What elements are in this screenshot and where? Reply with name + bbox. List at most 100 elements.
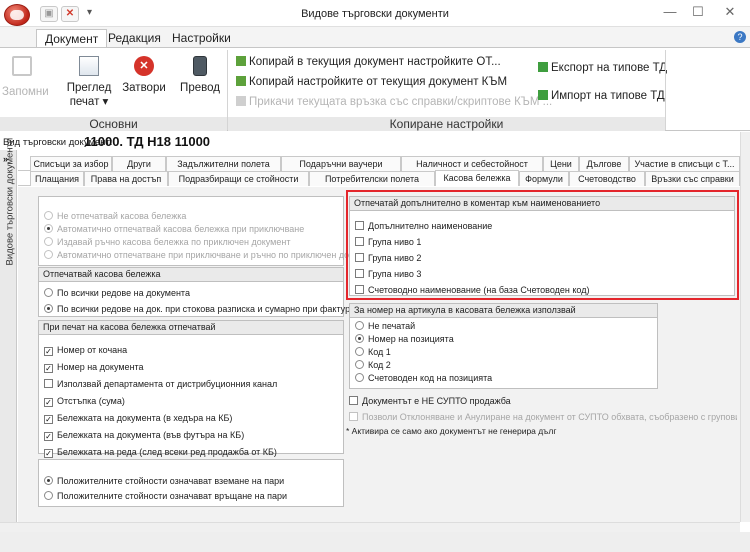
option-label: Номер на позицията [368, 334, 454, 344]
tab-gift-vouchers[interactable]: Подаръчни ваучери [281, 156, 401, 171]
tab-report-links[interactable]: Връзки със справки [645, 171, 740, 186]
tab-receipt[interactable]: Касова бележка [435, 170, 519, 186]
print-rows-option[interactable]: По всички редове на документа [44, 287, 343, 303]
save-button[interactable]: Запомни [2, 53, 49, 98]
print-rows-option[interactable]: По всички редове на док. при стокова раз… [44, 303, 355, 316]
group-basic-label: Основни [0, 117, 227, 131]
option-label: Код 1 [368, 347, 391, 357]
checkbox-checked-icon: ✓ [44, 364, 53, 373]
print-field-checkbox[interactable]: ✓ Бележката на документа (в хедъра на КБ) [44, 412, 343, 429]
tab-prices[interactable]: Цени [543, 156, 579, 171]
radio-icon [44, 288, 53, 297]
attach-link-button: Прикачи текущата връзка със справки/скри… [236, 96, 552, 108]
link-icon [236, 96, 246, 106]
tab-default-values[interactable]: Подразбиращи се стойности [168, 171, 309, 186]
tab-access-rights[interactable]: Права на достъп [84, 171, 168, 186]
tab-lists[interactable]: Списъци за избор [30, 156, 112, 171]
receipt-mode-option[interactable]: Издавай ръчно касова бележка по приключе… [44, 236, 378, 249]
doc-type-value: 11000. ТД Н18 11000 [84, 134, 211, 149]
translate-phone-icon [193, 56, 207, 76]
option-label: Бележката на реда (след всеки ред продаж… [57, 447, 277, 457]
print-label: печат ▾ [69, 96, 109, 108]
ribbon-tab-settings[interactable]: Настройки [164, 29, 239, 48]
import-label: Импорт на типове ТД [551, 90, 665, 102]
receipt-mode-option[interactable]: Автоматично отпечатвай касова бележка пр… [44, 223, 378, 236]
copy-from-label: Копирай настройките от текущия документ … [249, 76, 508, 88]
checkbox-icon [349, 412, 358, 421]
tab-other[interactable]: Други [112, 156, 166, 171]
vertical-scrollbar[interactable] [740, 132, 750, 522]
radio-selected-icon [355, 334, 364, 343]
ribbon-tab-document[interactable]: Документ [36, 29, 108, 49]
article-number-header: За номер на артикула в касовата бележка … [350, 304, 657, 318]
not-supto-checkbox[interactable]: Документът е НЕ СУПТО продажба [349, 395, 511, 408]
radio-selected-icon [44, 304, 53, 313]
article-number-option[interactable]: Код 2 [355, 359, 657, 372]
option-label: По всички редове на документа [57, 288, 190, 298]
close-label: Затвори [122, 82, 166, 94]
close-document-button[interactable]: ✕ Затвори [122, 53, 166, 94]
tab-row-2: Плащания Права на достъп Подразбиращи се… [18, 170, 740, 186]
radio-icon [355, 321, 364, 330]
allow-cancel-checkbox: Позволи Отклоняване и Анулиране на докум… [349, 411, 737, 424]
checkbox-icon [349, 396, 358, 405]
option-label: Положителните стойности означават вземан… [57, 476, 285, 486]
tab-list-participation[interactable]: Участие в списъци с Т... [629, 156, 740, 171]
option-label: Номер на документа [57, 362, 144, 372]
article-number-option[interactable]: Не печатай [355, 320, 657, 333]
tab-debts[interactable]: Дългове [579, 156, 629, 171]
tab-availability[interactable]: Наличност и себестойност [401, 156, 543, 171]
option-label: Положителните стойности означават връщан… [57, 491, 288, 501]
print-field-checkbox[interactable]: ✓ Отстъпка (сума) [44, 395, 343, 412]
close-red-icon: ✕ [134, 56, 154, 76]
highlight-frame [346, 190, 739, 300]
radio-selected-icon [44, 224, 53, 233]
checkbox-icon [44, 379, 53, 388]
help-icon[interactable]: ? [734, 31, 746, 43]
option-label: Използвай департамента от дистрибуционни… [57, 379, 278, 389]
print-field-checkbox[interactable]: ✓ Номер от кочана [44, 344, 343, 361]
print-rows-header: Отпечатвай касова бележка [39, 268, 343, 282]
article-number-option[interactable]: Код 1 [355, 346, 657, 359]
tab-user-fields[interactable]: Потребителски полета [309, 171, 435, 186]
footnote: * Активира се само ако документът не ген… [346, 426, 557, 436]
copy-to-label: Копирай в текущия документ настройките О… [249, 56, 501, 68]
radio-icon [355, 360, 364, 369]
print-field-checkbox[interactable]: Използвай департамента от дистрибуционни… [44, 378, 343, 395]
copy-from-button[interactable]: Копирай настройките от текущия документ … [236, 76, 507, 88]
translate-button[interactable]: Превод [176, 53, 224, 94]
print-rows-group: Отпечатвай касова бележка По всички редо… [38, 267, 355, 317]
export-icon [538, 62, 548, 72]
checkbox-checked-icon: ✓ [44, 449, 53, 458]
article-number-group: За номер на артикула в касовата бележка … [349, 303, 658, 389]
money-sign-option[interactable]: Положителните стойности означават връщан… [44, 490, 343, 503]
tab-payments[interactable]: Плащания [30, 171, 84, 186]
print-preview-button[interactable]: Преглед печат ▾ [64, 53, 114, 108]
option-label: Документът е НЕ СУПТО продажба [362, 396, 511, 406]
tab-formulas[interactable]: Формули [519, 171, 569, 186]
radio-icon [44, 211, 53, 220]
horizontal-scrollbar[interactable] [0, 522, 740, 532]
save-label: Запомни [2, 86, 49, 98]
export-types-button[interactable]: Експорт на типове ТД [538, 62, 667, 74]
print-field-checkbox[interactable]: ✓ Номер на документа [44, 361, 343, 378]
receipt-mode-option[interactable]: Автоматично отпечатване при приключване … [44, 249, 378, 262]
translate-label: Превод [180, 82, 220, 94]
close-button[interactable]: ✕ [716, 4, 744, 22]
radio-icon [44, 491, 53, 500]
copy-to-button[interactable]: Копирай в текущия документ настройките О… [236, 56, 501, 68]
tab-accounting[interactable]: Счетоводство [569, 171, 645, 186]
minimize-button[interactable]: — [656, 4, 684, 22]
ribbon-tab-edit[interactable]: Редакция [100, 29, 169, 48]
maximize-button[interactable]: ☐ [684, 4, 712, 22]
money-sign-option[interactable]: Положителните стойности означават вземан… [44, 475, 343, 490]
print-field-checkbox[interactable]: ✓ Бележката на документа (във футъра на К… [44, 429, 343, 446]
article-number-option[interactable]: Номер на позицията [355, 333, 657, 346]
tab-required-fields[interactable]: Задължителни полета [166, 156, 281, 171]
receipt-mode-option[interactable]: Не отпечатвай касова бележка [44, 210, 378, 223]
article-number-option[interactable]: Счетоводен код на позицията [355, 372, 657, 385]
option-label: Отстъпка (сума) [57, 396, 125, 406]
import-types-button[interactable]: Импорт на типове ТД [538, 90, 665, 102]
option-label: Автоматично отпечатвай касова бележка пр… [57, 224, 305, 234]
save-disk-icon [12, 56, 32, 76]
